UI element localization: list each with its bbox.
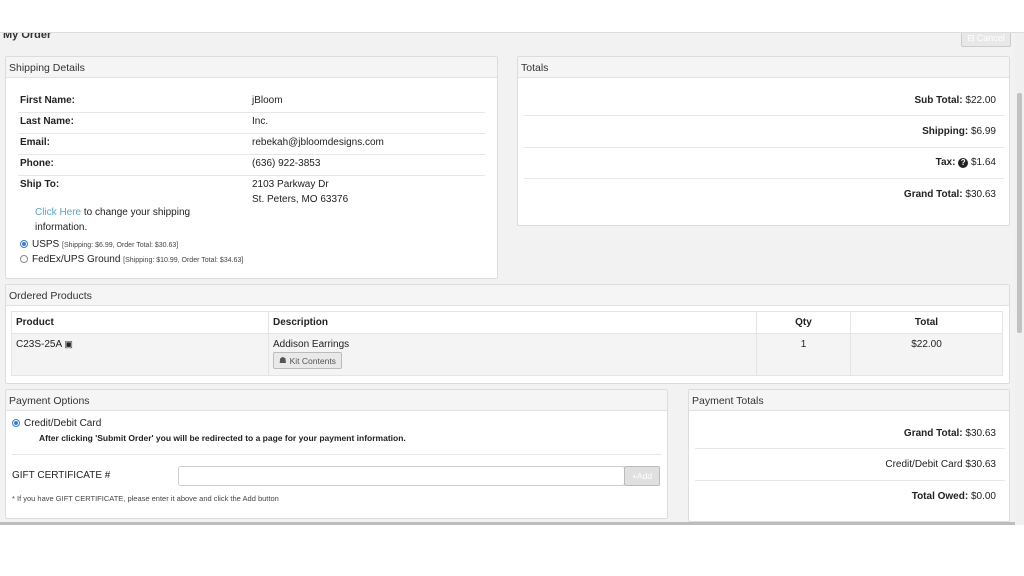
total-owed-value: $0.00 (970, 491, 996, 502)
payment-totals-panel: Payment Totals Grand Total: $30.63 Credi… (688, 389, 1010, 522)
col-total: Total (850, 311, 1003, 334)
horizontal-scrollbar[interactable] (0, 522, 1015, 525)
address-line-1: 2103 Parkway Dr (252, 179, 329, 190)
payment-redirect-note: After clicking 'Submit Order' you will b… (39, 433, 406, 443)
vertical-scrollbar[interactable] (1015, 33, 1024, 525)
first-name-label: First Name: (20, 95, 76, 106)
order-page: My Order ⊟ Cancel Shipping Details First… (0, 32, 1024, 525)
totals-panel: Totals Sub Total: $22.00 Shipping: $6.99… (517, 56, 1010, 226)
ship-to-label: Ship To: (20, 179, 60, 190)
sub-total-label: Sub Total: (914, 95, 963, 106)
usps-radio[interactable] (20, 240, 28, 249)
fedex-detail: [Shipping: $10.99, Order Total: $34.63] (123, 257, 244, 264)
gift-certificate-hint: * If you have GIFT CERTIFICATE, please e… (12, 494, 279, 503)
usps-detail: [Shipping: $6.99, Order Total: $30.63] (62, 242, 179, 249)
change-shipping-text: Click Here to change your shipping infor… (35, 205, 205, 235)
qty-cell: 1 (756, 333, 851, 376)
tax-help-icon[interactable]: ? (958, 158, 969, 168)
grand-total-value: $30.63 (965, 189, 996, 200)
change-shipping-text-1: to change your shipping (81, 207, 191, 218)
credit-card-option[interactable]: Credit/Debit Card (12, 418, 101, 429)
shipping-option-usps[interactable]: USPS [Shipping: $6.99, Order Total: $30.… (20, 239, 178, 250)
products-table: Product Description Qty Total C23S-25A ▣… (11, 311, 1003, 376)
add-label: Add (636, 471, 653, 481)
fedex-label: FedEx/UPS Ground (32, 254, 121, 265)
col-product: Product (11, 311, 269, 334)
gift-icon: ☗ (279, 355, 287, 365)
first-name-value: jBloom (252, 95, 283, 106)
phone-value: (636) 922-3853 (252, 158, 321, 169)
shipping-total-label: Shipping: (922, 126, 969, 137)
credit-card-radio[interactable] (12, 419, 20, 428)
sub-total-row: Sub Total: $22.00 (914, 95, 996, 106)
scrollbar-thumb[interactable] (1017, 93, 1022, 333)
shipping-total-value: $6.99 (970, 126, 996, 137)
credit-card-label: Credit/Debit Card (24, 418, 102, 429)
totals-heading: Totals (518, 57, 1009, 78)
phone-label: Phone: (20, 158, 54, 169)
ordered-products-heading: Ordered Products (6, 285, 1009, 306)
table-row: C23S-25A ▣ Addison Earrings ☗ Kit Conten… (11, 333, 1003, 376)
shipping-total-row: Shipping: $6.99 (922, 126, 996, 137)
email-label: Email: (20, 137, 51, 148)
payment-grand-total-row: Grand Total: $30.63 (904, 428, 996, 439)
kit-contents-label: Kit Contents (289, 355, 336, 366)
credit-card-amount-label: Credit/Debit Card (885, 459, 963, 470)
shipping-details-panel: Shipping Details First Name: jBloom Last… (5, 56, 498, 279)
shipping-option-fedex[interactable]: FedEx/UPS Ground [Shipping: $10.99, Orde… (20, 254, 243, 265)
last-name-value: Inc. (252, 116, 269, 127)
credit-card-amount-value: $30.63 (965, 459, 996, 470)
total-cell: $22.00 (850, 333, 1003, 376)
credit-card-amount-row: Credit/Debit Card $30.63 (885, 459, 996, 470)
product-description: Addison Earrings (273, 339, 350, 350)
payment-options-heading: Payment Options (6, 390, 667, 411)
products-header-row: Product Description Qty Total (11, 311, 1003, 334)
product-image-icon[interactable]: ▣ (64, 339, 73, 349)
total-owed-label: Total Owed: (911, 491, 969, 502)
change-shipping-link[interactable]: Click Here (35, 207, 81, 218)
cancel-icon: ⊟ (967, 32, 975, 43)
shipping-details-heading: Shipping Details (6, 57, 497, 78)
grand-total-row: Grand Total: $30.63 (904, 189, 996, 200)
cancel-button[interactable]: ⊟ Cancel (961, 32, 1011, 47)
total-owed-row: Total Owed: $0.00 (912, 491, 996, 502)
kit-contents-button[interactable]: ☗ Kit Contents (273, 352, 342, 369)
col-qty: Qty (756, 311, 851, 334)
gift-certificate-label: GIFT CERTIFICATE # (12, 470, 111, 481)
fedex-radio[interactable] (20, 255, 28, 264)
email-value: rebekah@jbloomdesigns.com (252, 137, 384, 148)
sub-total-value: $22.00 (965, 95, 996, 106)
payment-options-panel: Payment Options Credit/Debit Card After … (5, 389, 668, 519)
payment-totals-heading: Payment Totals (689, 390, 1009, 411)
cancel-label: Cancel (976, 33, 1005, 43)
last-name-label: Last Name: (20, 116, 74, 127)
description-cell: Addison Earrings ☗ Kit Contents (268, 333, 757, 376)
gift-certificate-input[interactable] (178, 466, 625, 486)
tax-value: $1.64 (970, 157, 996, 168)
payment-grand-total-label: Grand Total: (903, 428, 963, 439)
product-cell: C23S-25A ▣ (11, 333, 269, 376)
tax-row: Tax: ? $1.64 (936, 157, 996, 168)
address-line-2: St. Peters, MO 63376 (252, 194, 349, 205)
payment-grand-total-value: $30.63 (965, 428, 996, 439)
add-gift-certificate-button[interactable]: + Add (624, 466, 660, 486)
usps-label: USPS (32, 239, 60, 250)
product-code: C23S-25A (16, 339, 62, 350)
ordered-products-panel: Ordered Products Product Description Qty… (5, 284, 1010, 384)
col-description: Description (268, 311, 757, 334)
tax-label: Tax: (935, 157, 956, 168)
grand-total-label: Grand Total: (903, 189, 963, 200)
change-shipping-text-2: information. (35, 222, 88, 233)
page-title: My Order (3, 32, 52, 41)
